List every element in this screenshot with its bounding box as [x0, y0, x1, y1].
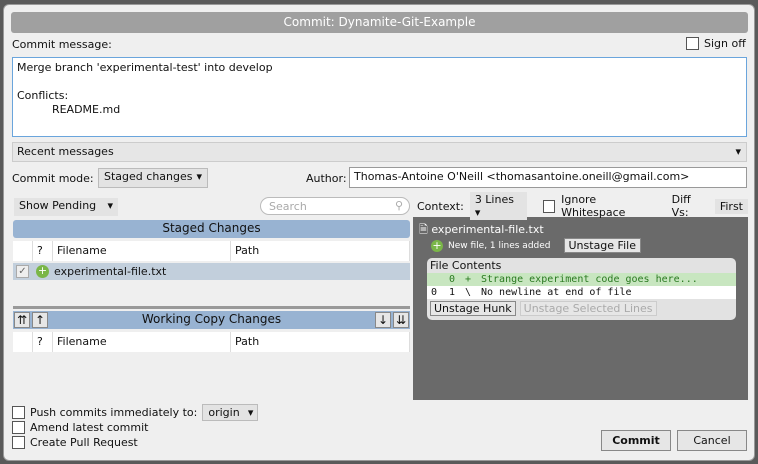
working-table-header: ? Filename Path [13, 332, 410, 352]
diff-file-status: + New file, 1 lines added Unstage File [431, 238, 641, 253]
amend-checkbox[interactable] [12, 421, 25, 434]
push-label: Push commits immediately to: [30, 406, 198, 419]
new-line-no: 1 [449, 287, 456, 298]
col-check [13, 332, 33, 352]
search-input[interactable]: Search ⚲ [260, 197, 410, 215]
diff-panel: Context: 3 Lines ▾ Ignore Whitespace Dif… [413, 192, 748, 400]
diff-vs-label: Diff Vs: [671, 193, 691, 219]
added-icon: + [431, 238, 443, 252]
filename: experimental-file.txt [54, 265, 167, 278]
unstage-hunk-button[interactable]: Unstage Hunk [430, 301, 516, 316]
remote-select[interactable]: origin ▾ [202, 404, 259, 421]
context-select[interactable]: 3 Lines ▾ [469, 192, 527, 220]
hunk-title: File Contents [430, 259, 502, 272]
staged-changes-header: Staged Changes [13, 220, 410, 238]
staged-checkbox[interactable]: ✓ [16, 265, 29, 278]
col-path[interactable]: Path [231, 332, 410, 352]
diff-toolbar: Context: 3 Lines ▾ Ignore Whitespace Dif… [413, 192, 748, 220]
unstage-file-button[interactable]: Unstage File [563, 238, 641, 253]
stage-up-icon[interactable]: ↑ [32, 312, 48, 328]
working-copy-title: Working Copy Changes [141, 312, 282, 326]
recent-messages-label: Recent messages [17, 145, 114, 158]
recent-messages-dropdown[interactable]: Recent messages ▾ [12, 142, 747, 162]
commit-mode-select[interactable]: Staged changes ▾ [98, 168, 208, 188]
file-icon: 🗎 [419, 223, 428, 236]
context-value: 3 Lines [474, 193, 514, 206]
search-placeholder: Search [269, 200, 307, 213]
commit-button[interactable]: Commit [601, 430, 671, 451]
chevron-down-icon: ▾ [196, 170, 202, 183]
splitter[interactable] [13, 306, 410, 309]
commit-message-label: Commit message: [12, 38, 112, 51]
col-path[interactable]: Path [231, 241, 410, 261]
chevron-down-icon: ▾ [247, 406, 254, 419]
chevron-down-icon: ▾ [735, 145, 741, 158]
pull-request-label: Create Pull Request [30, 436, 138, 449]
diff-line-added[interactable]: 0 + Strange experiment code goes here... [427, 273, 736, 286]
col-status[interactable]: ? [33, 332, 53, 352]
old-line-no: 0 [431, 287, 438, 298]
show-pending-select[interactable]: Show Pending ▾ [14, 198, 118, 216]
diff-filename: experimental-file.txt [431, 223, 544, 236]
push-option: Push commits immediately to: origin ▾ [12, 404, 259, 421]
old-line-no [427, 273, 449, 286]
unstage-down-icon[interactable]: ↓ [375, 312, 391, 328]
chevron-down-icon: ▾ [107, 199, 113, 212]
hunk: File Contents 0 + Strange experiment code … [427, 258, 736, 320]
col-status[interactable]: ? [33, 241, 53, 261]
ignore-whitespace-label: Ignore Whitespace [561, 193, 626, 219]
working-copy-header: Working Copy Changes ⇈ ↑ ↓ ⇊ [13, 311, 410, 329]
staged-table-header: ? Filename Path [13, 241, 410, 261]
col-filename[interactable]: Filename [53, 332, 231, 352]
sign-off-label: Sign off [704, 37, 746, 50]
amend-label: Amend latest commit [30, 421, 149, 434]
context-label: Context: [417, 199, 464, 213]
diff-text: Strange experiment code goes here... [481, 274, 698, 285]
new-line-no: 0 [449, 274, 456, 285]
diff-vs-select[interactable]: First [714, 198, 748, 214]
commit-dialog: Commit: Dynamite-Git-Example Commit mess… [3, 4, 755, 461]
pull-request-checkbox[interactable] [12, 436, 25, 449]
table-row[interactable]: ✓ + experimental-file.txt [13, 263, 410, 280]
col-check [13, 241, 33, 261]
diff-sign: + [465, 274, 472, 285]
sign-off-checkbox[interactable]: Sign off [686, 37, 746, 50]
unstage-all-down-icon[interactable]: ⇊ [393, 312, 409, 328]
commit-mode-value: Staged changes [104, 170, 193, 183]
author-input[interactable]: Thomas-Antoine O'Neill <thomasantoine.on… [349, 167, 747, 188]
show-pending-value: Show Pending [19, 199, 97, 212]
commit-mode-label: Commit mode: [12, 172, 94, 185]
search-icon: ⚲ [394, 199, 403, 212]
added-icon: + [36, 264, 49, 278]
remote-value: origin [208, 406, 240, 419]
stage-all-up-icon[interactable]: ⇈ [14, 312, 30, 328]
ignore-whitespace-checkbox[interactable] [542, 199, 556, 213]
unstage-selected-lines-button[interactable]: Unstage Selected Lines [519, 301, 657, 316]
diff-text: No newline at end of file [481, 287, 632, 298]
diff-sign: \ [465, 287, 472, 298]
amend-option: Amend latest commit [12, 421, 148, 434]
diff-status-text: New file, 1 lines added [448, 240, 551, 251]
col-filename[interactable]: Filename [53, 241, 231, 261]
diff-line-context[interactable]: 0 1 \ No newline at end of file [427, 286, 736, 299]
dialog-title: Commit: Dynamite-Git-Example [11, 12, 748, 33]
push-checkbox[interactable] [12, 406, 25, 419]
author-label: Author: [306, 172, 347, 185]
commit-message-input[interactable]: Merge branch 'experimental-test' into de… [12, 57, 747, 137]
pull-request-option: Create Pull Request [12, 436, 138, 449]
cancel-button[interactable]: Cancel [677, 430, 747, 451]
